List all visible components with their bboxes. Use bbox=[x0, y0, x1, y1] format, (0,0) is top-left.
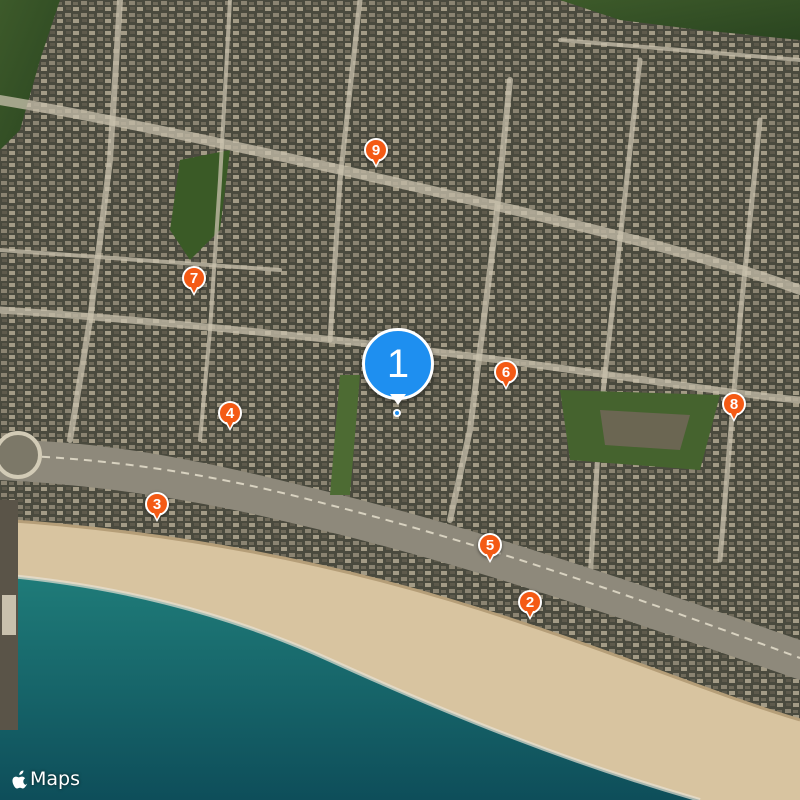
map-pin-selected-icon: 1 bbox=[362, 328, 434, 400]
marker-label: 5 bbox=[485, 536, 495, 554]
location-dot bbox=[393, 409, 401, 417]
maps-attribution[interactable]: Maps bbox=[12, 768, 80, 790]
map-pin-2[interactable]: 2 bbox=[516, 590, 544, 626]
map-pin-7[interactable]: 7 bbox=[180, 266, 208, 302]
attribution-text: Maps bbox=[30, 768, 80, 790]
map-pin-8[interactable]: 8 bbox=[720, 392, 748, 428]
map-pin-4[interactable]: 4 bbox=[216, 401, 244, 437]
map-pin-3[interactable]: 3 bbox=[143, 492, 171, 528]
map-pin-9[interactable]: 9 bbox=[362, 138, 390, 174]
satellite-map[interactable]: 1 2 3 4 5 6 7 8 9 Maps bbox=[0, 0, 800, 800]
map-pin-5[interactable]: 5 bbox=[476, 533, 504, 569]
map-pin-6[interactable]: 6 bbox=[492, 360, 520, 396]
marker-label: 4 bbox=[225, 404, 235, 422]
apple-logo-icon bbox=[12, 770, 28, 788]
marker-label: 9 bbox=[371, 141, 381, 159]
marker-label: 6 bbox=[501, 363, 511, 381]
selected-map-pin[interactable]: 1 bbox=[360, 328, 436, 417]
pin-tail bbox=[390, 394, 406, 405]
marker-label: 3 bbox=[152, 495, 162, 513]
marker-label: 2 bbox=[525, 593, 535, 611]
marker-label: 7 bbox=[189, 269, 199, 287]
marker-label: 8 bbox=[729, 395, 739, 413]
marker-label: 1 bbox=[386, 341, 410, 386]
